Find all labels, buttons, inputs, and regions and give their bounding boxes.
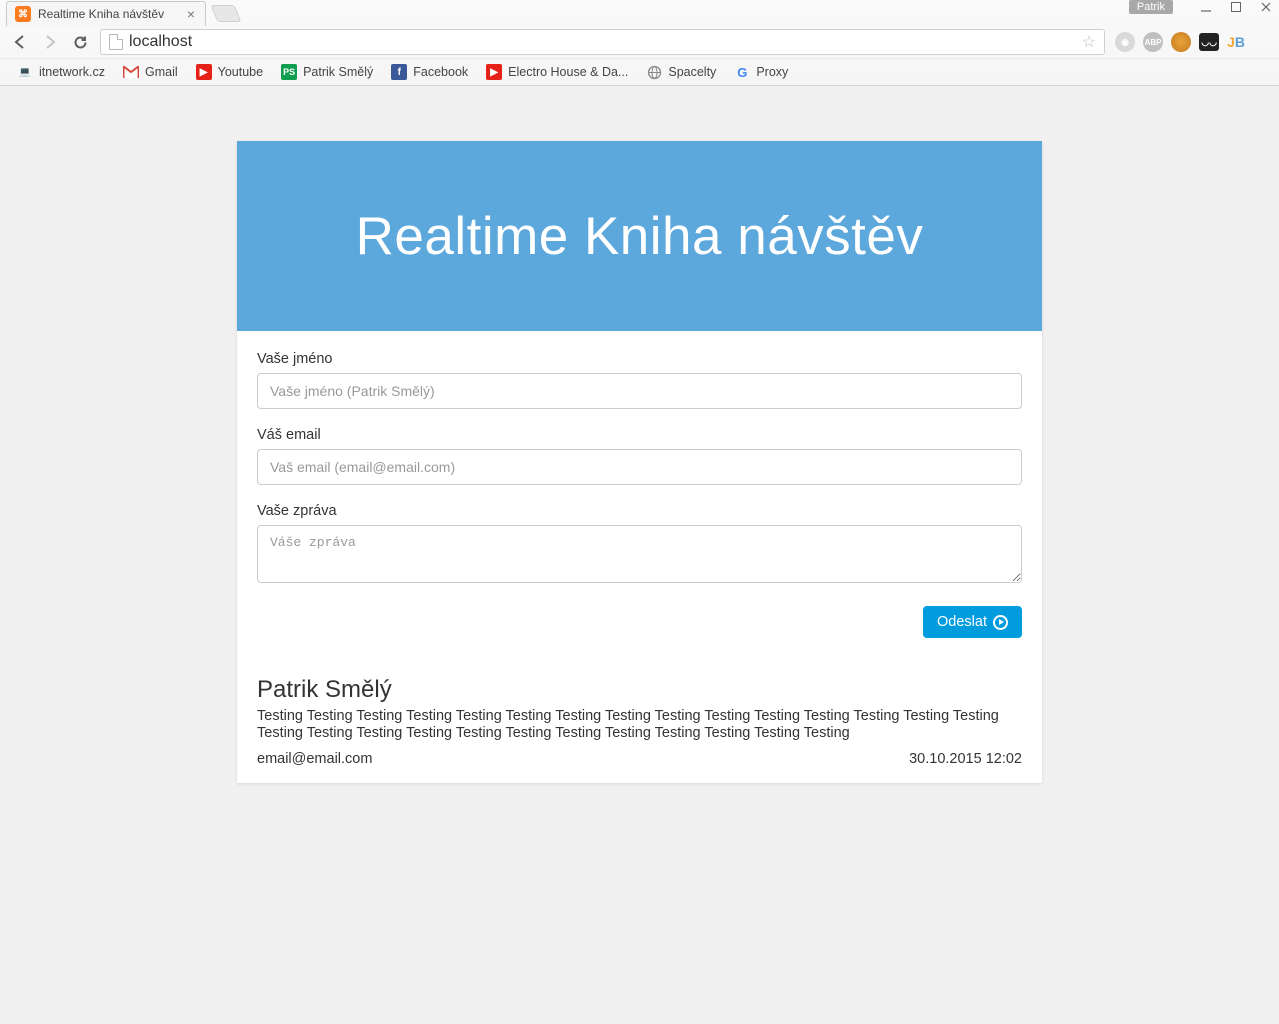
bookmark-proxy[interactable]: G Proxy — [727, 62, 795, 82]
bookmark-label: Gmail — [145, 65, 178, 79]
window-controls: Patrik — [1129, 0, 1273, 14]
page-title: Realtime Kniha návštěv — [356, 206, 924, 267]
message-textarea[interactable] — [257, 525, 1022, 583]
email-input[interactable] — [257, 449, 1022, 485]
extension-icons: ◉ ABP ◡◡ JB — [1115, 32, 1269, 52]
bookmark-label: itnetwork.cz — [39, 65, 105, 79]
gmail-icon — [123, 64, 139, 80]
entry-email: email@email.com — [257, 751, 372, 767]
browser-chrome: ⌘ Realtime Kniha návštěv × Patrik — [0, 0, 1279, 86]
bookmark-label: Proxy — [756, 65, 788, 79]
bookmark-bar: 💻 itnetwork.cz Gmail ▶ Youtube PS Patrik… — [0, 58, 1279, 85]
name-input[interactable] — [257, 373, 1022, 409]
guestbook-entry: Patrik Smělý Testing Testing Testing Tes… — [237, 658, 1042, 783]
page-icon — [109, 34, 123, 50]
entry-body: Testing Testing Testing Testing Testing … — [257, 708, 1022, 741]
bookmark-facebook[interactable]: f Facebook — [384, 62, 475, 82]
new-tab-button[interactable] — [211, 5, 242, 22]
back-button[interactable] — [10, 32, 30, 52]
browser-tab[interactable]: ⌘ Realtime Kniha návštěv × — [6, 1, 206, 26]
bookmark-spacelty[interactable]: Spacelty — [639, 62, 723, 82]
page-viewport: Realtime Kniha návštěv Vaše jméno Váš em… — [0, 86, 1279, 1024]
guestbook-card: Realtime Kniha návštěv Vaše jméno Váš em… — [237, 141, 1042, 783]
youtube-icon: ▶ — [196, 64, 212, 80]
bookmark-label: Youtube — [218, 65, 263, 79]
submit-button-label: Odeslat — [937, 614, 987, 630]
cookie-icon[interactable] — [1171, 32, 1191, 52]
reload-button[interactable] — [70, 32, 90, 52]
extension-dark-icon[interactable]: ◡◡ — [1199, 33, 1219, 51]
submit-button[interactable]: Odeslat — [923, 606, 1022, 638]
entry-author: Patrik Smělý — [257, 676, 1022, 704]
minimize-icon[interactable] — [1199, 0, 1213, 14]
adblock-icon[interactable]: ABP — [1143, 32, 1163, 52]
bookmark-label: Spacelty — [668, 65, 716, 79]
bookmark-itnetwork[interactable]: 💻 itnetwork.cz — [10, 62, 112, 82]
guestbook-form: Vaše jméno Váš email Vaše zpráva Odeslat — [237, 331, 1042, 658]
facebook-icon: f — [391, 64, 407, 80]
entry-timestamp: 30.10.2015 12:02 — [909, 751, 1022, 767]
bookmark-star-icon[interactable]: ☆ — [1082, 32, 1096, 52]
tab-strip: ⌘ Realtime Kniha návštěv × Patrik — [0, 0, 1279, 26]
hamburger-menu-icon[interactable] — [1253, 32, 1269, 52]
ps-icon: PS — [281, 64, 297, 80]
hero-banner: Realtime Kniha návštěv — [237, 141, 1042, 331]
bookmark-label: Patrik Smělý — [303, 65, 373, 79]
laptop-icon: 💻 — [17, 64, 33, 80]
extension-icon[interactable]: ◉ — [1115, 32, 1135, 52]
bookmark-gmail[interactable]: Gmail — [116, 62, 185, 82]
toolbar-row: localhost ☆ ◉ ABP ◡◡ JB — [0, 26, 1279, 58]
maximize-icon[interactable] — [1229, 0, 1243, 14]
name-label: Vaše jméno — [257, 351, 1022, 367]
globe-icon — [646, 64, 662, 80]
address-text: localhost — [129, 33, 1076, 51]
close-tab-icon[interactable]: × — [187, 6, 195, 22]
close-window-icon[interactable] — [1259, 0, 1273, 14]
profile-badge[interactable]: Patrik — [1129, 0, 1173, 14]
tab-title: Realtime Kniha návštěv — [38, 7, 164, 21]
email-label: Váš email — [257, 427, 1022, 443]
bookmark-label: Facebook — [413, 65, 468, 79]
bookmark-label: Electro House & Da... — [508, 65, 628, 79]
bookmark-youtube[interactable]: ▶ Youtube — [189, 62, 270, 82]
address-bar[interactable]: localhost ☆ — [100, 29, 1105, 55]
extension-jb-icon[interactable]: JB — [1227, 32, 1245, 52]
message-label: Vaše zpráva — [257, 503, 1022, 519]
google-icon: G — [734, 64, 750, 80]
xampp-icon: ⌘ — [15, 6, 31, 22]
bookmark-electrohouse[interactable]: ▶ Electro House & Da... — [479, 62, 635, 82]
forward-button[interactable] — [40, 32, 60, 52]
bookmark-patrik[interactable]: PS Patrik Smělý — [274, 62, 380, 82]
youtube-icon: ▶ — [486, 64, 502, 80]
arrow-right-circle-icon — [993, 615, 1008, 630]
